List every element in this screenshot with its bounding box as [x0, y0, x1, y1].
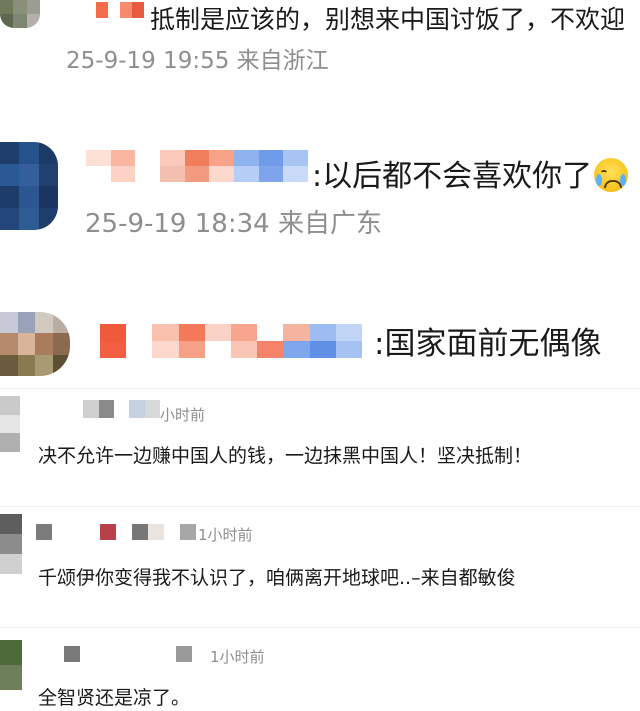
reply-text: 千颂伊你变得我不认识了，咱俩离开地球吧..–来自都敏俊 — [38, 567, 516, 589]
avatar[interactable] — [0, 312, 70, 376]
username-mosaic[interactable] — [68, 400, 160, 418]
avatar[interactable] — [0, 0, 40, 28]
divider — [0, 388, 640, 389]
avatar[interactable] — [0, 514, 22, 574]
comment-text: :国家面前无偶像 — [374, 326, 602, 362]
avatar[interactable] — [0, 142, 58, 230]
username-mosaic[interactable] — [64, 646, 192, 662]
comment-text: 抵制是应该的，别想来中国讨饭了，不欢迎 — [150, 5, 626, 34]
reply-time: 1小时前 — [210, 648, 265, 666]
avatar[interactable] — [0, 396, 20, 452]
reply-time: 1小时前 — [198, 526, 253, 544]
avatar[interactable] — [0, 640, 22, 690]
divider — [0, 627, 640, 628]
divider — [0, 506, 640, 507]
reply-text: 全智贤还是凉了。 — [38, 687, 191, 709]
comment-time: 25-9-19 19:55 — [66, 48, 230, 74]
comment-location: 来自广东 — [277, 209, 382, 239]
username-mosaic[interactable] — [36, 524, 196, 540]
comment-text: :以后都不会喜欢你了 — [312, 151, 629, 195]
username-mosaic[interactable] — [86, 150, 308, 182]
comment-screenshot: 抵制是应该的，别想来中国讨饭了，不欢迎 25-9-19 19:55 来自浙江 :… — [0, 0, 640, 711]
comment-meta: 25-9-19 19:55 来自浙江 — [66, 41, 329, 75]
username-mosaic[interactable] — [100, 324, 362, 358]
reply-time: 小时前 — [160, 406, 206, 424]
reply-text: 决不允许一边赚中国人的钱，一边抹黑中国人！坚决抵制！ — [38, 445, 533, 467]
crying-face-emoji-icon — [594, 158, 629, 192]
comment-time: 25-9-19 18:34 — [85, 209, 270, 239]
username-mosaic[interactable] — [96, 2, 144, 18]
comment-location: 来自浙江 — [236, 48, 329, 74]
comment-meta: 25-9-19 18:34 来自广东 — [85, 203, 382, 240]
